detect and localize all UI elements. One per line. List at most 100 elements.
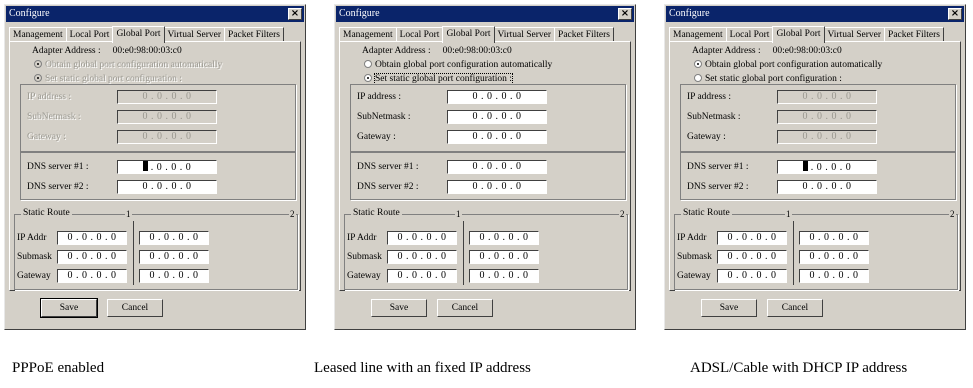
route2-ip-field[interactable]: 0 . 0 . 0 . 0 [469, 231, 539, 245]
tab-global-port[interactable]: Global Port [442, 26, 495, 43]
route1-mask-field[interactable]: 0 . 0 . 0 . 0 [717, 250, 787, 264]
dns1-field[interactable]: 0 . 0 . 0 . 0 [447, 160, 547, 174]
tab-virtual-server[interactable]: Virtual Server [163, 27, 226, 42]
tab-management[interactable]: Management [339, 27, 397, 42]
tab-virtual-server[interactable]: Virtual Server [493, 27, 556, 42]
adapter-address-label: Adapter Address : [32, 46, 101, 56]
adapter-address-value: 00:e0:98:00:03:c0 [112, 46, 182, 56]
radio-obtain-automatically[interactable]: Obtain global port configuration automat… [364, 60, 552, 70]
tab-local-port[interactable]: Local Port [65, 27, 114, 42]
route1-gateway-field[interactable]: 0 . 0 . 0 . 0 [57, 269, 127, 283]
route1-ip-field[interactable]: 0 . 0 . 0 . 0 [717, 231, 787, 245]
title-bar: Configure × [666, 6, 964, 22]
route-ip-label: IP Addr [17, 233, 47, 243]
tab-packet-filters[interactable]: Packet Filters [554, 27, 615, 42]
ip-address-label: IP address : [687, 92, 731, 102]
dns2-field[interactable]: 0 . 0 . 0 . 0 [777, 180, 877, 194]
dns1-value: . 0 . 0 . 0 [810, 162, 852, 173]
global-port-panel: Adapter Address : 00:e0:98:00:03:c0 Obtai… [339, 41, 631, 291]
route-column-2-label: 2 [949, 209, 956, 219]
adapter-address: Adapter Address : 00:e0:98:00:03:c0 [32, 46, 182, 56]
radio-button-icon [694, 60, 702, 68]
route-gateway-label: Gateway [677, 271, 711, 281]
radio-obtain-automatically[interactable]: Obtain global port configuration automat… [694, 60, 882, 70]
route2-gateway-field[interactable]: 0 . 0 . 0 . 0 [139, 269, 209, 283]
subnet-mask-field[interactable]: 0 . 0 . 0 . 0 [447, 110, 547, 124]
adapter-address: Adapter Address : 00:e0:98:00:03:c0 [362, 46, 512, 56]
dns1-field[interactable]: . 0 . 0 . 0 [117, 160, 217, 174]
radio-label: Obtain global port configuration automat… [705, 60, 883, 70]
route2-mask-field[interactable]: 0 . 0 . 0 . 0 [139, 250, 209, 264]
route-gateway-label: Gateway [347, 271, 381, 281]
tab-strip: Management Local Port Global Port Virtual S… [669, 25, 945, 43]
cancel-button[interactable]: Cancel [767, 299, 823, 317]
route2-ip-field[interactable]: 0 . 0 . 0 . 0 [799, 231, 869, 245]
save-button[interactable]: Save [40, 298, 98, 318]
gateway-field[interactable]: 0 . 0 . 0 . 0 [447, 130, 547, 144]
title-bar: Configure × [336, 6, 634, 22]
caption-leased-line: Leased line with an fixed IP address [314, 360, 531, 376]
dns1-value: . 0 . 0 . 0 [150, 162, 192, 173]
tab-local-port[interactable]: Local Port [725, 27, 774, 42]
route-ip-label: IP Addr [347, 233, 377, 243]
gateway-field[interactable]: 0 . 0 . 0 . 0 [777, 130, 877, 144]
radio-set-static[interactable]: Set static global port configuration : [364, 73, 513, 85]
route1-gateway-field[interactable]: 0 . 0 . 0 . 0 [387, 269, 457, 283]
radio-button-icon [34, 60, 42, 68]
adapter-address: Adapter Address : 00:e0:98:00:03:c0 [692, 46, 842, 56]
radio-label: Set static global port configuration : [45, 74, 182, 84]
cancel-button[interactable]: Cancel [107, 299, 163, 317]
caption-pppoe: PPPoE enabled [12, 360, 105, 376]
route2-mask-field[interactable]: 0 . 0 . 0 . 0 [469, 250, 539, 264]
tab-global-port[interactable]: Global Port [772, 26, 825, 43]
tab-management[interactable]: Management [669, 27, 727, 42]
save-button[interactable]: Save [701, 299, 757, 317]
tab-global-port[interactable]: Global Port [112, 26, 165, 43]
save-button[interactable]: Save [371, 299, 427, 317]
static-config-group: IP address : 0 . 0 . 0 . 0 SubNetmask : … [20, 84, 296, 152]
radio-set-static[interactable]: Set static global port configuration : [694, 74, 842, 84]
gateway-field[interactable]: 0 . 0 . 0 . 0 [117, 130, 217, 144]
tab-local-port[interactable]: Local Port [395, 27, 444, 42]
subnet-mask-field[interactable]: 0 . 0 . 0 . 0 [777, 110, 877, 124]
route1-mask-field[interactable]: 0 . 0 . 0 . 0 [387, 250, 457, 264]
radio-label: Obtain global port configuration automat… [45, 60, 223, 70]
tab-packet-filters[interactable]: Packet Filters [884, 27, 945, 42]
route1-gateway-field[interactable]: 0 . 0 . 0 . 0 [717, 269, 787, 283]
route-mask-label: Submask [677, 252, 712, 262]
static-config-group: IP address : 0 . 0 . 0 . 0 SubNetmask : … [350, 84, 626, 152]
route1-ip-field[interactable]: 0 . 0 . 0 . 0 [387, 231, 457, 245]
ip-address-field[interactable]: 0 . 0 . 0 . 0 [447, 90, 547, 104]
configure-dialog-leased-line: Configure × Management Local Port Global P… [334, 4, 636, 330]
cancel-button[interactable]: Cancel [437, 299, 493, 317]
route1-mask-field[interactable]: 0 . 0 . 0 . 0 [57, 250, 127, 264]
tab-virtual-server[interactable]: Virtual Server [823, 27, 886, 42]
dns2-label: DNS server #2 : [357, 182, 419, 192]
dns2-field[interactable]: 0 . 0 . 0 . 0 [447, 180, 547, 194]
dns1-field[interactable]: . 0 . 0 . 0 [777, 160, 877, 174]
close-icon[interactable]: × [948, 8, 962, 20]
route-column-divider [133, 221, 134, 285]
gateway-label: Gateway : [357, 132, 396, 142]
close-icon[interactable]: × [288, 8, 302, 20]
radio-button-icon [364, 74, 372, 82]
configure-dialog-dhcp: Configure × Management Local Port Global P… [664, 4, 966, 330]
radio-button-icon [694, 74, 702, 82]
dns2-label: DNS server #2 : [27, 182, 89, 192]
ip-address-field[interactable]: 0 . 0 . 0 . 0 [777, 90, 877, 104]
route2-gateway-field[interactable]: 0 . 0 . 0 . 0 [469, 269, 539, 283]
ip-address-field[interactable]: 0 . 0 . 0 . 0 [117, 90, 217, 104]
radio-obtain-automatically[interactable]: Obtain global port configuration automat… [34, 60, 222, 70]
route2-ip-field[interactable]: 0 . 0 . 0 . 0 [139, 231, 209, 245]
radio-set-static[interactable]: Set static global port configuration : [34, 74, 182, 84]
route2-gateway-field[interactable]: 0 . 0 . 0 . 0 [799, 269, 869, 283]
tab-packet-filters[interactable]: Packet Filters [224, 27, 285, 42]
subnet-mask-field[interactable]: 0 . 0 . 0 . 0 [117, 110, 217, 124]
text-cursor-icon [142, 161, 148, 171]
dns2-field[interactable]: 0 . 0 . 0 . 0 [117, 180, 217, 194]
dns1-label: DNS server #1 : [27, 162, 89, 172]
route1-ip-field[interactable]: 0 . 0 . 0 . 0 [57, 231, 127, 245]
close-icon[interactable]: × [618, 8, 632, 20]
tab-management[interactable]: Management [9, 27, 67, 42]
route2-mask-field[interactable]: 0 . 0 . 0 . 0 [799, 250, 869, 264]
